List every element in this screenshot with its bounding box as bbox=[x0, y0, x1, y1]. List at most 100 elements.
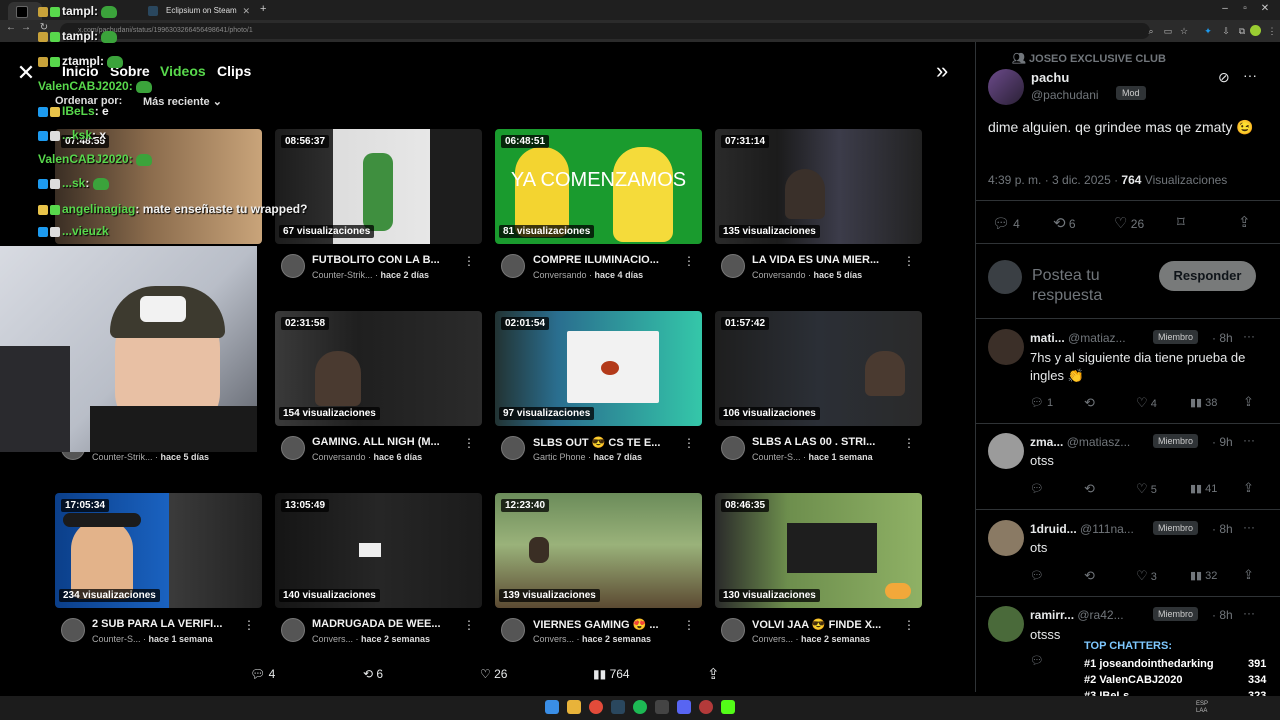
video-title[interactable]: SLBS A LAS 00 . STRI... bbox=[752, 436, 912, 448]
reply-handle[interactable]: @matiaz... bbox=[1068, 331, 1126, 345]
reply-input[interactable]: Postea tu respuesta bbox=[1032, 266, 1150, 304]
views-action[interactable]: ▮▮ 764 bbox=[593, 667, 630, 681]
video-thumbnail[interactable]: 12:23:40 139 visualizaciones bbox=[495, 493, 702, 608]
channel-name[interactable]: Convers... bbox=[533, 634, 574, 644]
more-options-icon[interactable]: ··· bbox=[1243, 67, 1257, 83]
video-title[interactable]: COMPRE ILUMINACIO... bbox=[533, 254, 693, 266]
reply-repost-button[interactable]: ⟲ bbox=[1084, 568, 1095, 584]
reply-views-button[interactable]: ▮▮ 41 bbox=[1190, 482, 1217, 495]
reply-avatar[interactable] bbox=[988, 606, 1024, 642]
reply-author[interactable]: ramirr... bbox=[1030, 608, 1074, 622]
channel-name[interactable]: Conversando bbox=[312, 452, 366, 462]
more-options-icon[interactable]: ⋮ bbox=[463, 254, 475, 268]
share-icon[interactable]: ⇪ bbox=[1243, 394, 1254, 410]
share-icon[interactable]: ⇪ bbox=[1243, 567, 1254, 583]
extensions-puzzle-icon[interactable]: ⧉ bbox=[1236, 25, 1248, 37]
share-icon[interactable]: ⇪ bbox=[1238, 213, 1251, 231]
author-name[interactable]: pachu bbox=[1031, 70, 1069, 85]
back-icon[interactable]: ← bbox=[3, 22, 19, 33]
share-icon[interactable]: ⇪ bbox=[707, 665, 720, 683]
reply-like-button[interactable]: ♡ 4 bbox=[1136, 395, 1157, 411]
video-title[interactable]: VOLVI JAA 😎 FINDE X... bbox=[752, 618, 912, 631]
address-bar[interactable]: x.com/pachudani/status/19963032664564986… bbox=[60, 23, 1150, 39]
channel-avatar[interactable] bbox=[501, 254, 525, 278]
channel-name[interactable]: Counter-Strik... bbox=[312, 270, 373, 280]
language-indicator[interactable]: ESP LAA bbox=[1196, 701, 1212, 715]
video-thumbnail[interactable]: 17:05:34 234 visualizaciones bbox=[55, 493, 262, 608]
reply-action[interactable]: 💬︎ 4 bbox=[250, 667, 275, 681]
close-tab-icon[interactable]: ✕ bbox=[242, 2, 250, 20]
post-repost-button[interactable]: ⟲ 6 bbox=[1053, 214, 1076, 232]
close-icon[interactable]: ✕ bbox=[14, 60, 38, 86]
more-options-icon[interactable]: ⋮ bbox=[903, 254, 915, 268]
chrome-icon[interactable] bbox=[589, 700, 603, 714]
video-thumbnail[interactable]: 08:46:35 130 visualizaciones bbox=[715, 493, 922, 608]
more-options-icon[interactable]: ··· bbox=[1243, 606, 1255, 620]
reply-views-button[interactable]: ▮▮ 32 bbox=[1190, 569, 1217, 582]
reply-like-button[interactable]: ♡ 3 bbox=[1136, 568, 1157, 584]
channel-avatar[interactable] bbox=[501, 618, 525, 642]
video-thumbnail[interactable]: 02:31:58 154 visualizaciones bbox=[275, 311, 482, 426]
channel-avatar[interactable] bbox=[501, 436, 525, 460]
like-action[interactable]: ♡ 26 bbox=[480, 667, 507, 681]
share-icon[interactable]: ⇪ bbox=[1243, 480, 1254, 496]
channel-avatar[interactable] bbox=[721, 254, 745, 278]
reply-handle[interactable]: @matiasz... bbox=[1067, 435, 1131, 449]
tab-videos[interactable]: Videos bbox=[160, 63, 206, 79]
reply-views-button[interactable]: ▮▮ 38 bbox=[1190, 396, 1217, 409]
channel-avatar[interactable] bbox=[281, 436, 305, 460]
channel-name[interactable]: Conversando bbox=[533, 270, 587, 280]
author-avatar[interactable] bbox=[988, 69, 1024, 105]
reply-repost-button[interactable]: ⟲ bbox=[1084, 395, 1095, 411]
video-thumbnail[interactable]: 13:05:49 140 visualizaciones bbox=[275, 493, 482, 608]
cast-icon[interactable]: ▭ bbox=[1162, 25, 1174, 37]
spotify-icon[interactable] bbox=[633, 700, 647, 714]
reply-like-button[interactable]: ♡ 5 bbox=[1136, 481, 1157, 497]
more-options-icon[interactable]: ⋮ bbox=[243, 618, 255, 632]
channel-avatar[interactable] bbox=[721, 436, 745, 460]
sort-select[interactable]: Más reciente ⌄ bbox=[143, 95, 222, 108]
video-thumbnail[interactable]: 01:57:42 106 visualizaciones bbox=[715, 311, 922, 426]
downloads-icon[interactable]: ⇩ bbox=[1220, 25, 1232, 37]
more-options-icon[interactable]: ⋮ bbox=[463, 436, 475, 450]
video-title[interactable]: GAMING. ALL NIGH (M... bbox=[312, 436, 472, 448]
video-title[interactable]: VIERNES GAMING 😍 ... bbox=[533, 618, 693, 631]
discord-icon[interactable] bbox=[677, 700, 691, 714]
more-options-icon[interactable]: ··· bbox=[1243, 520, 1255, 534]
start-icon[interactable] bbox=[545, 700, 559, 714]
new-tab-button[interactable]: + bbox=[260, 3, 266, 15]
close-window-button[interactable]: ✕ bbox=[1255, 3, 1275, 14]
channel-name[interactable]: Convers... bbox=[312, 634, 353, 644]
tab-eclipsium[interactable]: Eclipsium on Steam ✕ bbox=[140, 2, 256, 20]
grok-icon[interactable]: ⊘ bbox=[1218, 69, 1230, 86]
video-title[interactable]: LA VIDA ES UNA MIER... bbox=[752, 254, 912, 266]
channel-name[interactable]: Counter-Strik... bbox=[92, 452, 153, 462]
channel-name[interactable]: Convers... bbox=[752, 634, 793, 644]
reply-repost-button[interactable]: ⟲ bbox=[1084, 481, 1095, 497]
reply-handle[interactable]: @111na... bbox=[1080, 522, 1134, 536]
extension-icon[interactable]: ✦ bbox=[1202, 25, 1214, 37]
channel-avatar[interactable] bbox=[281, 618, 305, 642]
reply-author[interactable]: mati... bbox=[1030, 331, 1065, 345]
channel-name[interactable]: Counter-S... bbox=[92, 634, 141, 644]
post-reply-button[interactable]: 💬︎ 4 bbox=[992, 215, 1020, 232]
reply-comment-button[interactable]: 💬︎ bbox=[1030, 482, 1044, 495]
more-options-icon[interactable]: ⋮ bbox=[683, 618, 695, 632]
more-options-icon[interactable]: ··· bbox=[1243, 329, 1255, 343]
more-options-icon[interactable]: ⋮ bbox=[683, 254, 695, 268]
tab-clips[interactable]: Clips bbox=[217, 63, 251, 79]
channel-name[interactable]: Counter-S... bbox=[752, 452, 801, 462]
reply-author[interactable]: zma... bbox=[1030, 435, 1063, 449]
bookmark-star-icon[interactable]: ☆ bbox=[1178, 25, 1190, 37]
app-icon[interactable] bbox=[699, 700, 713, 714]
tab-x-post[interactable] bbox=[8, 2, 42, 20]
kick-icon[interactable] bbox=[721, 700, 735, 714]
author-handle[interactable]: @pachudani bbox=[1031, 88, 1099, 102]
browser-menu-icon[interactable]: ⋮ bbox=[1266, 25, 1278, 37]
video-thumbnail[interactable]: 07:31:14 135 visualizaciones bbox=[715, 129, 922, 244]
repost-action[interactable]: ⟲ 6 bbox=[363, 667, 383, 681]
obs-icon[interactable] bbox=[655, 700, 669, 714]
profile-avatar[interactable] bbox=[1250, 25, 1261, 36]
minimize-button[interactable]: – bbox=[1215, 3, 1235, 14]
more-options-icon[interactable]: ⋮ bbox=[683, 436, 695, 450]
